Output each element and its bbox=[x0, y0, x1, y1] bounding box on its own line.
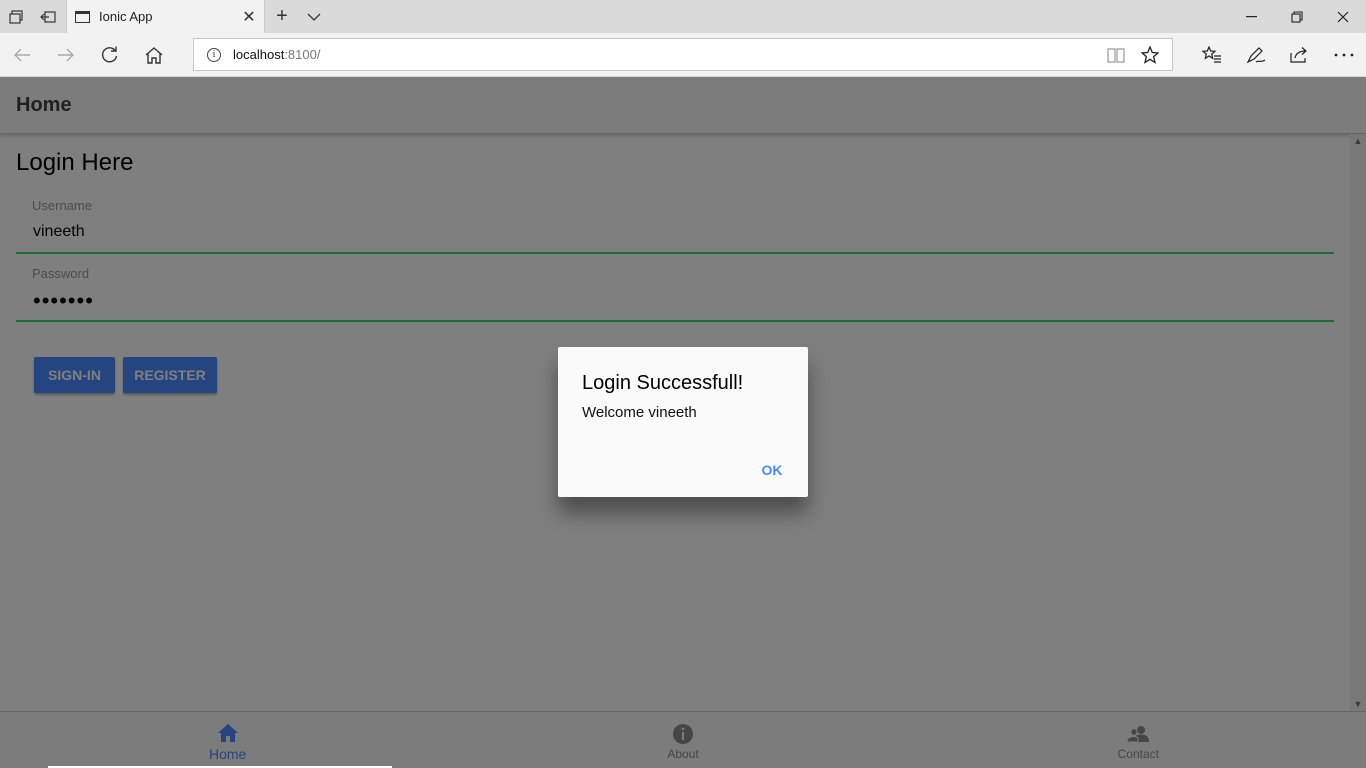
refresh-icon[interactable] bbox=[88, 33, 132, 77]
page-icon bbox=[75, 10, 90, 23]
reading-view-icon[interactable] bbox=[1100, 39, 1132, 70]
minimize-icon[interactable] bbox=[1228, 0, 1274, 33]
favorite-star-icon[interactable] bbox=[1134, 39, 1166, 70]
browser-tab-active[interactable]: Ionic App ✕ bbox=[66, 0, 265, 33]
close-tab-icon[interactable]: ✕ bbox=[234, 7, 264, 27]
favorites-hub-icon[interactable] bbox=[1190, 33, 1234, 77]
url-path: :8100/ bbox=[284, 47, 321, 62]
back-arrow-icon[interactable] bbox=[0, 33, 44, 77]
browser-tab-bar: Ionic App ✕ + bbox=[0, 0, 1366, 33]
url-host: localhost bbox=[233, 47, 285, 62]
more-options-icon[interactable] bbox=[1322, 33, 1366, 77]
forward-arrow-icon[interactable] bbox=[44, 33, 88, 77]
alert-title: Login Successfull! bbox=[582, 372, 744, 394]
share-icon[interactable] bbox=[1277, 33, 1321, 77]
chevron-down-icon[interactable] bbox=[298, 0, 330, 33]
site-info-icon[interactable]: i bbox=[207, 47, 221, 62]
alert-dialog: Login Successfull! Welcome vineeth OK bbox=[558, 347, 808, 497]
alert-message: Welcome vineeth bbox=[582, 404, 697, 421]
restore-icon[interactable] bbox=[1274, 0, 1320, 33]
new-tab-icon[interactable]: + bbox=[266, 0, 298, 33]
home-icon[interactable] bbox=[132, 33, 176, 77]
set-tabs-aside-icon[interactable] bbox=[32, 0, 64, 33]
close-window-icon[interactable] bbox=[1320, 0, 1366, 33]
tab-title: Ionic App bbox=[99, 9, 153, 24]
address-field[interactable]: i localhost:8100/ bbox=[193, 38, 1173, 71]
app-viewport: Home Login Here Username vineeth Passwor… bbox=[0, 77, 1366, 768]
tab-manager-icon[interactable] bbox=[0, 0, 32, 33]
address-toolbar: i localhost:8100/ bbox=[0, 33, 1366, 77]
alert-ok-button[interactable]: OK bbox=[748, 457, 796, 483]
pen-notes-icon[interactable] bbox=[1234, 33, 1278, 77]
